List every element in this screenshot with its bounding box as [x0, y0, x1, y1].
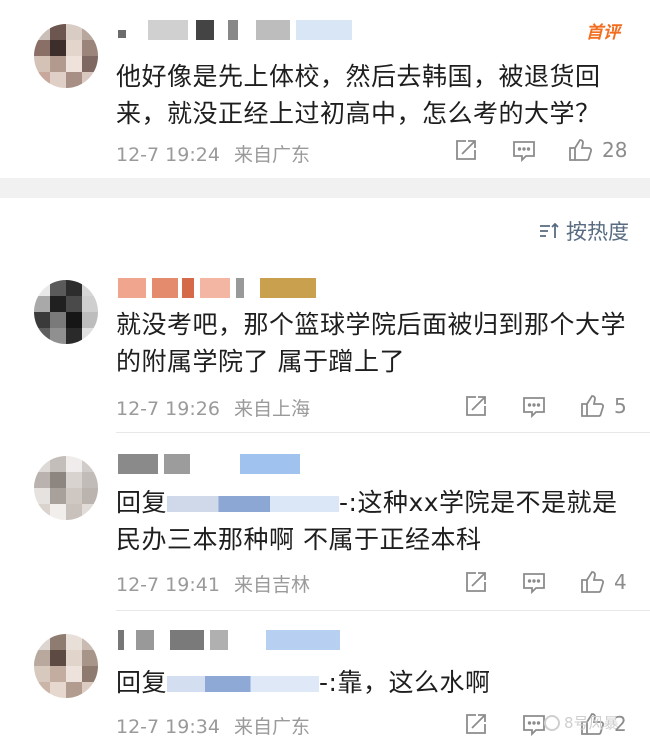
avatar[interactable] — [34, 634, 98, 698]
username[interactable] — [118, 454, 358, 474]
comment-text: 回复 -:靠，这么水啊 — [116, 664, 636, 701]
reply-body: -:靠，这么水啊 — [319, 668, 491, 697]
comment-item: 就没考吧，那个篮球学院后面被归到那个大学的附属学院了 属于蹭上了 12-7 19… — [0, 262, 650, 432]
divider — [116, 432, 650, 433]
section-divider — [0, 178, 650, 198]
share-icon[interactable] — [462, 568, 490, 596]
mentioned-user[interactable] — [167, 496, 340, 512]
comment-meta: 12-7 19:26 来自上海 — [116, 394, 310, 421]
username[interactable] — [118, 278, 358, 298]
reply-prefix: 回复 — [116, 488, 168, 517]
comment-date: 12-7 19:41 — [116, 574, 220, 596]
comment-text: 他好像是先上体校，然后去韩国，被退货回来，就没正经上过初高中，怎么考的大学？ — [116, 62, 601, 128]
avatar[interactable] — [34, 24, 98, 88]
comment-location: 来自广东 — [233, 144, 310, 166]
comment-meta: 12-7 19:41 来自吉林 — [116, 570, 310, 597]
username[interactable] — [118, 630, 358, 650]
share-icon[interactable] — [452, 136, 480, 164]
comment-location: 来自广东 — [233, 716, 310, 738]
avatar[interactable] — [34, 456, 98, 520]
comment-icon[interactable] — [520, 568, 548, 596]
comment-location: 来自吉林 — [233, 574, 310, 596]
share-icon[interactable] — [462, 392, 490, 420]
like-count: 5 — [614, 394, 627, 418]
avatar[interactable] — [34, 280, 98, 344]
like-icon[interactable] — [566, 136, 594, 164]
watermark: 8号风暴 — [544, 712, 619, 733]
share-icon[interactable] — [462, 710, 490, 738]
first-comment-badge: 首评 — [586, 23, 620, 43]
mentioned-user[interactable] — [167, 676, 320, 692]
like-count: 28 — [602, 138, 628, 162]
like-icon[interactable] — [578, 392, 606, 420]
divider — [116, 610, 650, 611]
comment-date: 12-7 19:24 — [116, 144, 220, 166]
comment-text: 回复 -:这种xx学院是不是就是民办三本那种啊 不属于正经本科 — [116, 484, 636, 558]
comment-location: 来自上海 — [233, 398, 310, 420]
comment-icon[interactable] — [510, 136, 538, 164]
comment-meta: 12-7 19:34 来自广东 — [116, 712, 310, 739]
comment-item: 回复 -:这种xx学院是不是就是民办三本那种啊 不属于正经本科 12-7 19:4… — [0, 436, 650, 610]
comment-text: 就没考吧，那个篮球学院后面被归到那个大学的附属学院了 属于蹭上了 — [116, 310, 627, 376]
like-icon[interactable] — [578, 568, 606, 596]
comment-date: 12-7 19:34 — [116, 716, 220, 738]
username[interactable] — [118, 20, 358, 40]
comment-date: 12-7 19:26 — [116, 398, 220, 420]
comment-meta: 12-7 19:24 来自广东 — [116, 140, 310, 167]
sort-label: 按热度 — [566, 220, 629, 244]
sort-icon — [540, 222, 559, 238]
like-count: 4 — [614, 570, 627, 594]
reply-prefix: 回复 — [116, 668, 168, 697]
comment-icon[interactable] — [520, 392, 548, 420]
sort-button[interactable]: 按热度 — [538, 216, 629, 246]
comment-item: 首评 他好像是先上体校，然后去韩国，被退货回来，就没正经上过初高中，怎么考的大学… — [0, 0, 650, 178]
wechat-icon — [544, 714, 560, 731]
watermark-text: 8号风暴 — [564, 714, 619, 732]
